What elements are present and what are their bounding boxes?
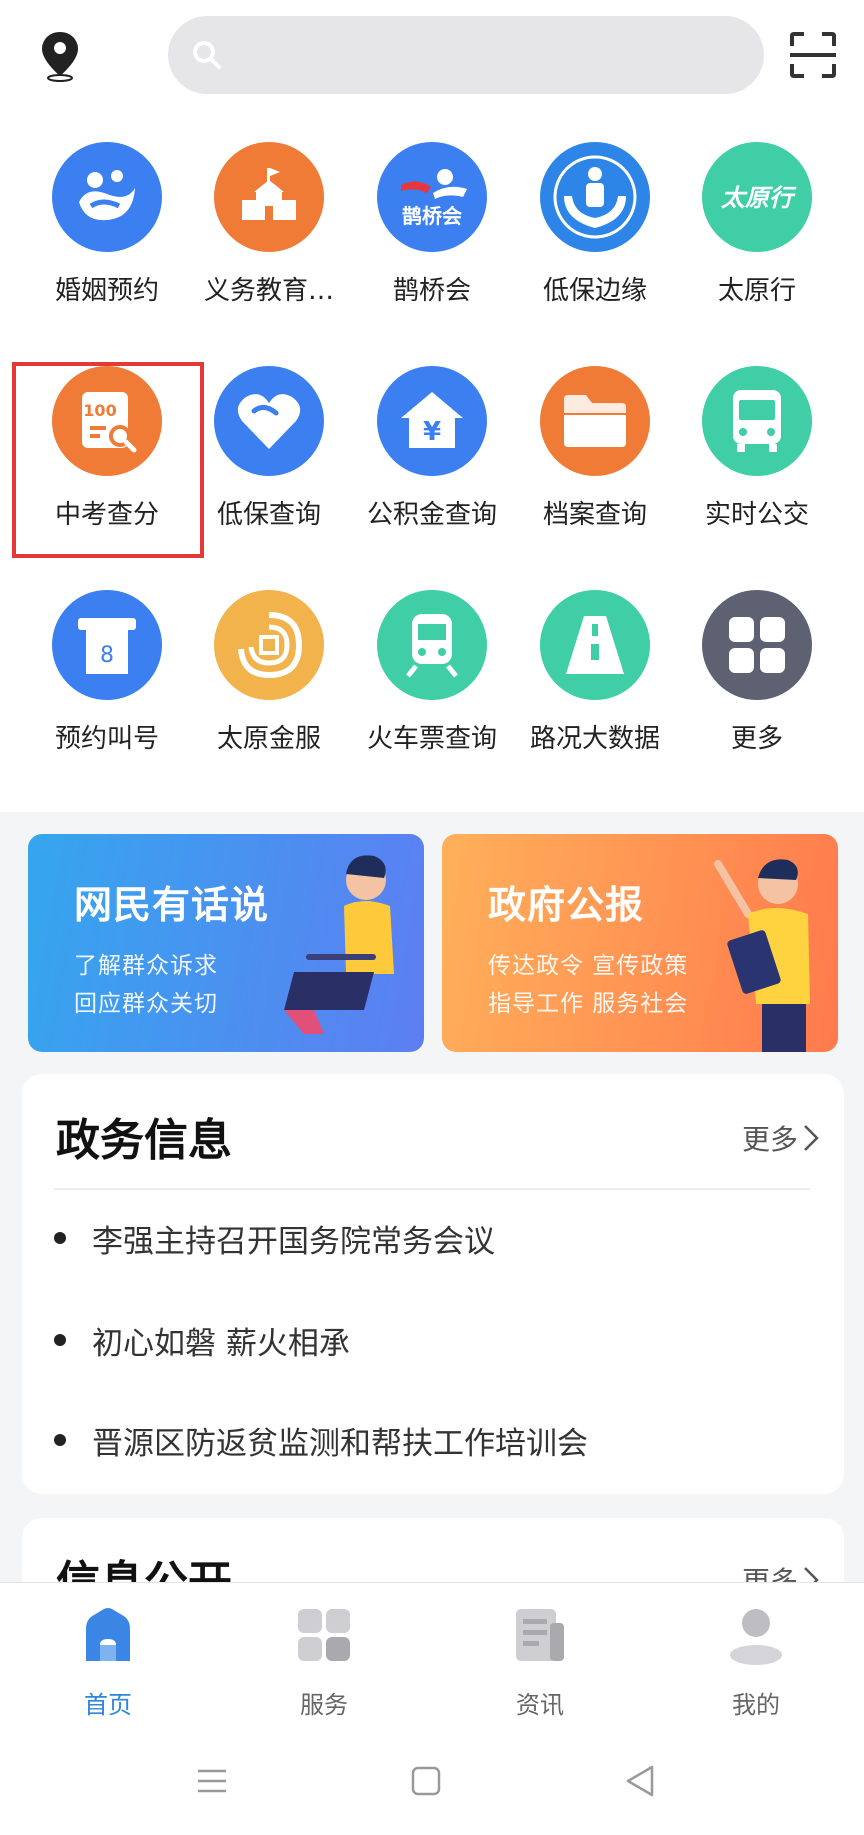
service-label: 义务教育… [203, 276, 334, 306]
back-nav-icon[interactable] [620, 1761, 660, 1801]
service-label: 实时公交 [704, 500, 809, 530]
section-title: 政务信息 [56, 1115, 232, 1166]
service-label: 档案查询 [542, 500, 647, 530]
service-label: 低保边缘 [542, 276, 647, 306]
search-input[interactable] [238, 16, 742, 96]
news-item[interactable]: 李强主持召开国务院常务会议 [54, 1208, 814, 1268]
chevron-right-icon [804, 1125, 819, 1151]
banner-subtitle: 指导工作 服务社会 [488, 991, 689, 1017]
divider [54, 1188, 810, 1190]
banner-title: 政府公报 [488, 883, 645, 927]
taiyuan-travel-icon: 太原行 [702, 142, 812, 252]
bullet-icon [54, 1232, 66, 1244]
bullet-icon [54, 1334, 66, 1346]
services-icon [298, 1609, 350, 1661]
service-label: 婚姻预约 [54, 276, 159, 306]
service-label: 火车票查询 [366, 724, 497, 754]
location-icon[interactable] [36, 28, 84, 84]
service-taiyuan-finance[interactable]: 太原金服 [188, 584, 350, 784]
service-queue-booking[interactable]: 8 预约叫号 [26, 584, 188, 784]
service-label: 太原行 [717, 276, 796, 306]
news-title: 晋源区防返贫监测和帮扶工作培训会 [92, 1425, 588, 1462]
service-label: 太原金服 [216, 724, 321, 754]
news-item[interactable]: 晋源区防返贫监测和帮扶工作培训会 [54, 1410, 814, 1470]
queue-ticket-icon: 8 [52, 590, 162, 700]
service-magpie-bridge[interactable]: 鹊桥会 鹊桥会 [351, 136, 513, 336]
bottom-tab-bar: 首页 服务 资讯 我的 [0, 1582, 864, 1835]
tab-services[interactable]: 服务 [216, 1605, 432, 1725]
marriage-icon [52, 142, 162, 252]
news-item[interactable]: 初心如磐 薪火相承 [54, 1310, 814, 1370]
service-label: 鹊桥会 [392, 276, 471, 306]
service-more[interactable]: 更多 [676, 584, 838, 784]
highlight-box [12, 362, 204, 558]
service-label: 更多 [730, 724, 783, 754]
service-compulsory-education[interactable]: 义务教育… [188, 136, 350, 336]
banner-subtitle: 传达政令 宣传政策 [488, 953, 689, 979]
finance-icon [214, 590, 324, 700]
menu-nav-icon[interactable] [192, 1761, 232, 1801]
service-low-income-query[interactable]: 低保查询 [188, 360, 350, 560]
user-icon [730, 1609, 782, 1665]
person-illustration [284, 855, 394, 1034]
service-archive-query[interactable]: 档案查询 [514, 360, 676, 560]
news-icon [516, 1609, 564, 1661]
search-bar[interactable] [168, 16, 764, 96]
service-road-data[interactable]: 路况大数据 [514, 584, 676, 784]
service-label: 路况大数据 [529, 724, 660, 754]
tab-news[interactable]: 资讯 [432, 1605, 648, 1725]
gov-info-card: 政务信息 更多 李强主持召开国务院常务会议 初心如磐 薪火相承 晋源区防返贫监测… [22, 1074, 844, 1494]
search-icon [193, 41, 221, 69]
service-taiyuan-travel[interactable]: 太原行 太原行 [676, 136, 838, 336]
tab-label: 资讯 [516, 1691, 564, 1719]
service-realtime-bus[interactable]: 实时公交 [676, 360, 838, 560]
heart-icon [214, 366, 324, 476]
more-apps-icon [702, 590, 812, 700]
banner-netizen-voice[interactable]: 网民有话说 了解群众诉求 回应群众关切 [28, 834, 424, 1052]
school-icon [214, 142, 324, 252]
svg-text:8: 8 [100, 643, 114, 668]
road-icon [540, 590, 650, 700]
tab-label: 服务 [300, 1691, 348, 1719]
news-title: 李强主持召开国务院常务会议 [92, 1223, 495, 1260]
home-nav-icon[interactable] [406, 1761, 446, 1801]
tab-label: 我的 [732, 1691, 780, 1719]
svg-text:太原行: 太原行 [720, 184, 797, 212]
home-icon [86, 1608, 130, 1661]
banner-subtitle: 回应群众关切 [74, 991, 218, 1017]
svg-text:¥: ¥ [423, 417, 441, 447]
more-link[interactable]: 更多 [742, 1118, 820, 1158]
banner-subtitle: 了解群众诉求 [74, 953, 218, 979]
person-illustration [714, 859, 810, 1052]
tab-mine[interactable]: 我的 [648, 1605, 864, 1725]
housing-fund-icon: ¥ [377, 366, 487, 476]
scan-icon[interactable] [788, 30, 838, 80]
bullet-icon [54, 1434, 66, 1446]
service-label: 公积金查询 [366, 500, 497, 530]
service-housing-fund[interactable]: ¥ 公积金查询 [351, 360, 513, 560]
banner-title: 网民有话说 [74, 883, 270, 927]
tab-label: 首页 [84, 1691, 132, 1719]
magpie-bridge-icon: 鹊桥会 [377, 142, 487, 252]
family-care-icon [540, 142, 650, 252]
bus-icon [702, 366, 812, 476]
banner-gov-bulletin[interactable]: 政府公报 传达政令 宣传政策 指导工作 服务社会 [442, 834, 838, 1052]
top-section: 婚姻预约 义务教育… 鹊桥会 鹊桥会 低保边缘 太原行 太原行 100 中考查分… [0, 0, 864, 812]
svg-text:鹊桥会: 鹊桥会 [402, 204, 462, 228]
more-label: 更多 [741, 1123, 798, 1156]
folder-icon [540, 366, 650, 476]
train-icon [377, 590, 487, 700]
service-label: 预约叫号 [54, 724, 159, 754]
service-low-income-edge[interactable]: 低保边缘 [514, 136, 676, 336]
news-title: 初心如磐 薪火相承 [92, 1325, 350, 1362]
service-train-ticket[interactable]: 火车票查询 [351, 584, 513, 784]
tab-home[interactable]: 首页 [0, 1605, 216, 1725]
service-marriage[interactable]: 婚姻预约 [26, 136, 188, 336]
service-label: 低保查询 [216, 500, 321, 530]
